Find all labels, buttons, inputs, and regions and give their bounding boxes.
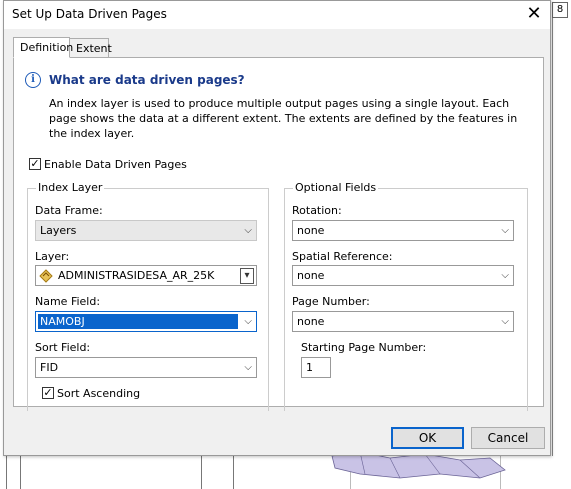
chevron-down-icon: ⌵	[244, 225, 252, 236]
tab-extent[interactable]: Extent	[69, 38, 112, 58]
definition-panel: i What are data driven pages? An index l…	[13, 57, 544, 411]
data-frame-select[interactable]: Layers ⌵	[35, 220, 257, 241]
dropdown-arrow-icon: ▾	[240, 268, 254, 284]
name-field-label: Name Field:	[35, 295, 101, 308]
chevron-down-icon: ⌵	[244, 316, 252, 327]
ok-button[interactable]: OK	[391, 427, 464, 449]
spatial-reference-select[interactable]: none ⌵	[292, 265, 514, 286]
page-border-line-2	[233, 456, 234, 489]
sort-field-value: FID	[40, 361, 59, 374]
info-icon: i	[25, 72, 41, 88]
vertical-ruler-edge	[6, 456, 7, 489]
layer-label: Layer:	[35, 250, 70, 263]
data-frame-value: Layers	[40, 224, 77, 237]
chevron-down-icon: ⌵	[501, 225, 509, 236]
ruler-marker: 8	[552, 2, 568, 18]
page-number-value: none	[297, 315, 325, 328]
info-heading: What are data driven pages?	[49, 73, 245, 87]
optional-fields-group: Optional Fields Rotation: none ⌵ Spatial…	[284, 181, 528, 411]
sort-ascending-label: Sort Ascending	[57, 387, 141, 400]
sort-field-label: Sort Field:	[35, 341, 91, 354]
title-bar: Set Up Data Driven Pages ✕	[4, 1, 550, 29]
rotation-value: none	[297, 224, 325, 237]
starting-page-number-input[interactable]: 1	[301, 357, 331, 378]
chevron-down-icon: ⌵	[501, 270, 509, 281]
page-border-line	[201, 456, 202, 489]
close-button[interactable]: ✕	[522, 3, 546, 25]
starting-page-number-label: Starting Page Number:	[301, 341, 427, 354]
polygon-layer-icon	[39, 269, 53, 283]
index-layer-title: Index Layer	[36, 181, 105, 194]
info-description: An index layer is used to produce multip…	[49, 97, 518, 140]
layer-select[interactable]: ADMINISTRASIDESA_AR_25K ▾	[35, 265, 257, 286]
name-field-value: NAMOBJ	[38, 314, 238, 329]
spatial-reference-label: Spatial Reference:	[292, 250, 393, 263]
optional-fields-title: Optional Fields	[293, 181, 379, 194]
data-frame-label: Data Frame:	[35, 204, 103, 217]
rotation-select[interactable]: none ⌵	[292, 220, 514, 241]
chevron-down-icon: ⌵	[244, 362, 252, 373]
data-driven-pages-dialog: Set Up Data Driven Pages ✕ Definition Ex…	[3, 0, 551, 456]
ruler-line	[552, 18, 553, 489]
page-number-select[interactable]: none ⌵	[292, 311, 514, 332]
page-number-label: Page Number:	[292, 295, 370, 308]
index-layer-group: Index Layer Data Frame: Layers ⌵ Layer: …	[27, 181, 269, 411]
sort-field-select[interactable]: FID ⌵	[35, 357, 257, 378]
layer-value: ADMINISTRASIDESA_AR_25K	[58, 269, 215, 282]
cancel-button[interactable]: Cancel	[471, 427, 545, 449]
enable-data-driven-pages-label: Enable Data Driven Pages	[44, 158, 187, 171]
dialog-title: Set Up Data Driven Pages	[12, 7, 167, 21]
chevron-down-icon: ⌵	[501, 316, 509, 327]
name-field-select[interactable]: NAMOBJ ⌵	[35, 311, 257, 332]
vertical-ruler-edge-inner	[20, 456, 21, 489]
spatial-reference-value: none	[297, 269, 325, 282]
sort-ascending-checkbox[interactable]: ✓	[42, 387, 54, 399]
enable-data-driven-pages-checkbox[interactable]: ✓	[29, 158, 41, 170]
tab-definition[interactable]: Definition	[13, 37, 73, 58]
rotation-label: Rotation:	[292, 204, 342, 217]
